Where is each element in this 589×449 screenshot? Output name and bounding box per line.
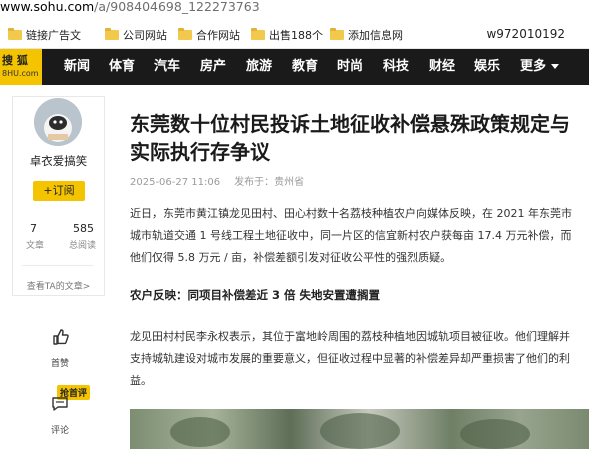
photo-foliage: [460, 419, 530, 449]
bookmark-item-2[interactable]: 公司网站: [105, 26, 173, 44]
paragraph-line: 城市轨道交通 1 号线工程土地征收中，同一片区的信宜新村农户获每亩 17.4 万…: [130, 229, 572, 242]
nav-item-fashion[interactable]: 时尚: [337, 49, 363, 85]
photo-foliage: [170, 417, 230, 447]
bookmarks-bar: 链接广告文 公司网站 合作网站 出售188个 添加信息网 w972010192: [0, 22, 589, 49]
folder-icon: [8, 28, 22, 40]
article-title: 东莞数十位村民投诉土地征收补偿悬殊政策规定与 实际执行存争议: [130, 110, 580, 166]
paragraph-1: 近日，东莞市黄江镇龙见田村、田心村数十名荔枝种植农户向媒体反映，在 2021 年…: [130, 203, 589, 269]
paragraph-line: 龙见田村村民李永权表示，其位于富地岭周围的荔枝种植地因城轨项目被征收。他们理解并: [130, 330, 570, 343]
paragraph-line: 近日，东莞市黄江镇龙见田村、田心村数十名荔枝种植农户向媒体反映，在 2021 年…: [130, 207, 572, 220]
thumbs-up-icon[interactable]: [51, 328, 69, 346]
bookmark-item-3[interactable]: 合作网站: [178, 26, 246, 44]
logo-text: 搜 狐: [2, 54, 28, 67]
nav-item-finance[interactable]: 财经: [429, 49, 455, 85]
nav-item-education[interactable]: 教育: [292, 49, 318, 85]
bookmark-label: 出售188个: [269, 29, 323, 42]
bookmark-item-5[interactable]: 添加信息网: [330, 26, 410, 44]
folder-icon: [178, 28, 192, 40]
section-subheading: 农户反映：同项目补偿差近 3 倍 失地安置遭搁置: [130, 288, 381, 302]
folder-icon: [105, 28, 119, 40]
folder-icon: [330, 28, 344, 40]
nav-item-news[interactable]: 新闻: [64, 49, 90, 85]
article-meta: 2025-06-27 11:06 发布于：贵州省: [130, 173, 318, 188]
articles-count: 7: [30, 222, 37, 235]
avatar[interactable]: [34, 98, 82, 146]
nav-item-realestate[interactable]: 房产: [200, 49, 226, 85]
bookmark-item-1[interactable]: 链接广告文: [8, 26, 96, 44]
bookmark-label: 公司网站: [123, 29, 167, 42]
nav-item-travel[interactable]: 旅游: [246, 49, 272, 85]
comment-icon[interactable]: [51, 395, 69, 413]
publish-location: 发布于：贵州省: [234, 177, 305, 188]
nav-item-tech[interactable]: 科技: [383, 49, 409, 85]
nav-item-auto[interactable]: 汽车: [154, 49, 180, 85]
article-photo[interactable]: [130, 409, 589, 449]
bookmark-label: 链接广告文: [26, 29, 81, 42]
reads-count: 585: [73, 222, 94, 235]
articles-label: 文章: [26, 241, 45, 251]
bookmark-user[interactable]: w972010192: [486, 27, 565, 41]
photo-foliage: [320, 413, 400, 449]
like-label[interactable]: 首赞: [51, 356, 69, 369]
nav-item-sports[interactable]: 体育: [109, 49, 135, 85]
paragraph-2: 龙见田村村民李永权表示，其位于富地岭周围的荔枝种植地因城轨项目被征收。他们理解并…: [130, 326, 589, 392]
nav-more-label: 更多: [520, 59, 547, 74]
publish-date: 2025-06-27 11:06: [130, 177, 221, 188]
reads-label: 总阅读: [69, 241, 97, 251]
nav-item-entertainment[interactable]: 娱乐: [474, 49, 500, 85]
nav-item-more[interactable]: 更多: [520, 49, 560, 85]
card-divider: [22, 265, 94, 266]
caret-down-icon: [551, 64, 560, 69]
paragraph-line: 他们仅得 5.8 万元 / 亩，补偿差额引发对征收公平性的强烈质疑。: [130, 251, 452, 264]
folder-icon: [251, 28, 265, 40]
comment-label[interactable]: 评论: [51, 423, 69, 436]
avatar-image: [34, 98, 82, 146]
article-title-line-1: 东莞数十位村民投诉土地征收补偿悬殊政策规定与: [130, 112, 570, 136]
bookmark-label: 添加信息网: [348, 29, 403, 42]
sohu-logo[interactable]: 搜 狐 8HU.com: [0, 49, 42, 85]
url-host: www.sohu.com: [0, 0, 95, 14]
follow-button[interactable]: +订阅: [33, 181, 85, 201]
author-name[interactable]: 卓衣爱搞笑: [12, 153, 105, 169]
url-path: /a/908404698_122273763: [94, 0, 260, 14]
paragraph-line: 益。: [130, 374, 152, 387]
bookmark-label: 合作网站: [196, 29, 240, 42]
article-title-line-2: 实际执行存争议: [130, 140, 270, 164]
url-text[interactable]: www.sohu.com/a/908404698_122273763: [0, 0, 260, 14]
see-all-articles-link[interactable]: 查看TA的文章>: [12, 279, 105, 292]
address-bar[interactable]: www.sohu.com/a/908404698_122273763: [0, 0, 589, 22]
logo-subtext: 8HU.com: [2, 69, 39, 78]
paragraph-line: 支持城轨建设对城市发展的重要意义，但征收过程中显著的补偿差异却严重损害了他们的利: [130, 352, 570, 365]
bookmark-item-4[interactable]: 出售188个: [251, 26, 326, 44]
